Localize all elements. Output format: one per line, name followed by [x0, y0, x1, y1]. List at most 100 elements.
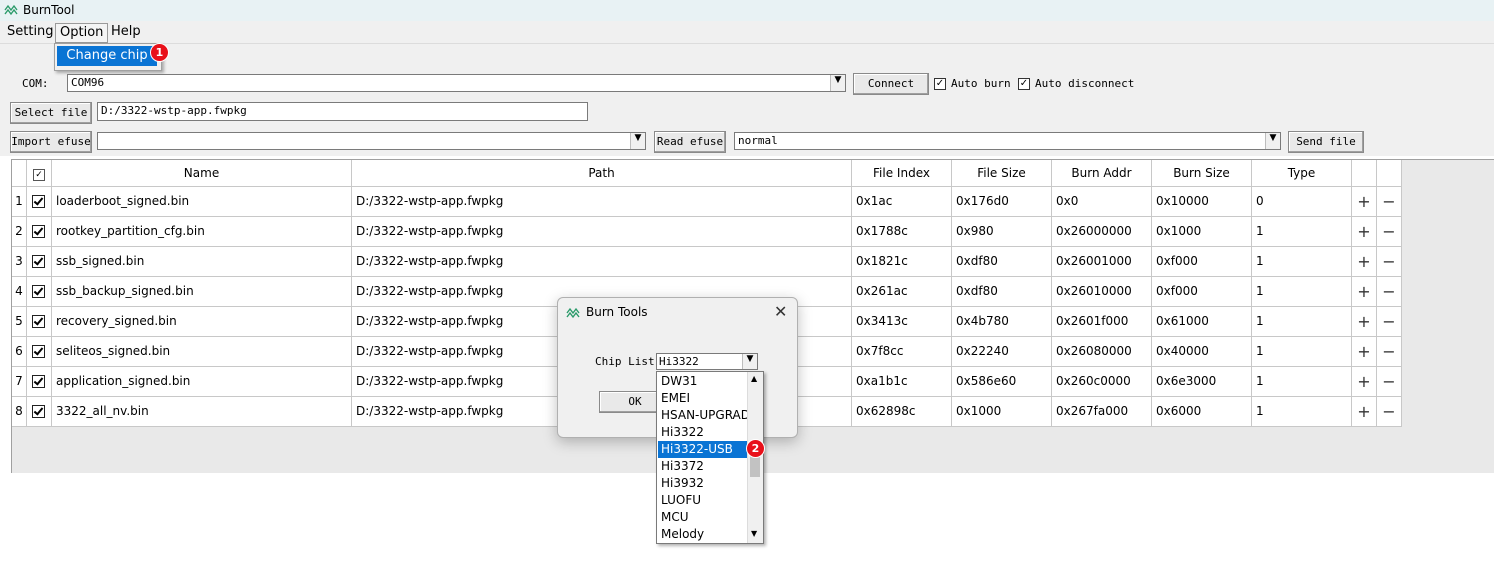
row-number: 1 [12, 187, 27, 217]
cell-path[interactable]: D:/3322-wstp-app.fwpkg [352, 187, 852, 217]
chevron-down-icon[interactable]: ▼ [1265, 133, 1280, 149]
cell-file-index: 0x1ac [852, 187, 952, 217]
cell-name[interactable]: recovery_signed.bin [52, 307, 352, 337]
row-checkbox[interactable] [32, 225, 45, 238]
mode-select[interactable]: normal ▼ [734, 132, 1281, 150]
row-checkbox-cell[interactable] [27, 217, 52, 247]
remove-row-button[interactable]: − [1377, 367, 1402, 397]
chevron-down-icon[interactable]: ▼ [630, 133, 645, 149]
add-row-button[interactable]: + [1352, 367, 1377, 397]
cell-burn-size: 0x6e3000 [1152, 367, 1252, 397]
remove-row-button[interactable]: − [1377, 277, 1402, 307]
chip-option[interactable]: Hi3322-USB [658, 441, 749, 458]
cell-name[interactable]: seliteos_signed.bin [52, 337, 352, 367]
cell-path[interactable]: D:/3322-wstp-app.fwpkg [352, 217, 852, 247]
cell-path[interactable]: D:/3322-wstp-app.fwpkg [352, 247, 852, 277]
cell-file-index: 0x62898c [852, 397, 952, 427]
row-checkbox[interactable] [32, 405, 45, 418]
row-checkbox-cell[interactable] [27, 307, 52, 337]
cell-name[interactable]: 3322_all_nv.bin [52, 397, 352, 427]
cell-name[interactable]: application_signed.bin [52, 367, 352, 397]
chevron-down-icon[interactable]: ▼ [742, 354, 757, 369]
com-select[interactable]: COM96 ▼ [67, 74, 846, 92]
remove-row-button[interactable]: − [1377, 307, 1402, 337]
cell-name[interactable]: ssb_backup_signed.bin [52, 277, 352, 307]
cell-burn-addr: 0x267fa000 [1052, 397, 1152, 427]
row-checkbox[interactable] [32, 315, 45, 328]
chevron-down-icon[interactable]: ▼ [830, 75, 845, 91]
chip-list-select[interactable]: Hi3322 ▼ [656, 353, 758, 370]
chip-option[interactable]: Hi3322 [658, 424, 749, 441]
connect-button[interactable]: Connect [853, 73, 929, 95]
row-checkbox[interactable] [32, 375, 45, 388]
menu-option[interactable]: Option [55, 23, 109, 43]
send-file-button[interactable]: Send file [1288, 131, 1364, 153]
read-efuse-button[interactable]: Read efuse [654, 131, 726, 153]
row-checkbox-cell[interactable] [27, 337, 52, 367]
cell-burn-addr: 0x26001000 [1052, 247, 1152, 277]
remove-row-button[interactable]: − [1377, 217, 1402, 247]
scroll-up-icon[interactable]: ▲ [751, 374, 757, 383]
chip-option[interactable]: DW31 [658, 373, 749, 390]
row-checkbox-cell[interactable] [27, 277, 52, 307]
row-checkbox[interactable] [32, 195, 45, 208]
chip-option[interactable]: LUOFU [658, 492, 749, 509]
close-icon[interactable]: ✕ [774, 302, 787, 321]
row-number: 4 [12, 277, 27, 307]
option-menu-dropdown: Change chip [54, 43, 162, 71]
select-file-button[interactable]: Select file [10, 102, 92, 124]
add-row-button[interactable]: + [1352, 217, 1377, 247]
com-label: COM: [22, 77, 49, 90]
row-checkbox-cell[interactable] [27, 247, 52, 277]
cell-file-index: 0x1788c [852, 217, 952, 247]
row-checkbox-cell[interactable] [27, 187, 52, 217]
scroll-down-icon[interactable]: ▼ [751, 529, 757, 538]
add-row-button[interactable]: + [1352, 187, 1377, 217]
efuse-select[interactable]: ▼ [97, 132, 646, 150]
remove-row-button[interactable]: − [1377, 187, 1402, 217]
row-checkbox-cell[interactable] [27, 367, 52, 397]
add-row-button[interactable]: + [1352, 277, 1377, 307]
chip-option[interactable]: MCU [658, 509, 749, 526]
header-add [1352, 160, 1377, 187]
menu-setting[interactable]: Setting [3, 23, 58, 41]
cell-name[interactable]: loaderboot_signed.bin [52, 187, 352, 217]
cell-file-size: 0x22240 [952, 337, 1052, 367]
row-number: 3 [12, 247, 27, 277]
menu-item-change-chip[interactable]: Change chip [57, 46, 157, 66]
add-row-button[interactable]: + [1352, 307, 1377, 337]
cell-name[interactable]: ssb_signed.bin [52, 247, 352, 277]
row-checkbox[interactable] [32, 285, 45, 298]
chip-option[interactable]: Melody [658, 526, 749, 543]
step-badge-2: 2 [746, 439, 765, 458]
cell-burn-addr: 0x26000000 [1052, 217, 1152, 247]
cell-burn-size: 0x6000 [1152, 397, 1252, 427]
row-checkbox[interactable] [32, 345, 45, 358]
remove-row-button[interactable]: − [1377, 397, 1402, 427]
auto-burn-checkbox[interactable]: ✓ [934, 78, 946, 90]
row-checkbox[interactable] [32, 255, 45, 268]
header-path: Path [352, 160, 852, 187]
header-burn-size: Burn Size [1152, 160, 1252, 187]
cell-type: 1 [1252, 307, 1352, 337]
add-row-button[interactable]: + [1352, 247, 1377, 277]
chip-option[interactable]: EMEI [658, 390, 749, 407]
window-title: BurnTool [23, 3, 75, 17]
add-row-button[interactable]: + [1352, 397, 1377, 427]
header-select-all[interactable]: ✓ [27, 160, 52, 187]
import-efuse-button[interactable]: Import efuse [10, 131, 92, 153]
remove-row-button[interactable]: − [1377, 337, 1402, 367]
add-row-button[interactable]: + [1352, 337, 1377, 367]
chip-option[interactable]: Hi3372 [658, 458, 749, 475]
chip-option[interactable]: HSAN-UPGRADE [658, 407, 749, 424]
menu-help[interactable]: Help [107, 23, 145, 41]
file-path-input[interactable]: D:/3322-wstp-app.fwpkg [97, 102, 588, 121]
chip-option[interactable]: Hi3932 [658, 475, 749, 492]
remove-row-button[interactable]: − [1377, 247, 1402, 277]
row-checkbox-cell[interactable] [27, 397, 52, 427]
row-number: 2 [12, 217, 27, 247]
cell-file-index: 0x7f8cc [852, 337, 952, 367]
cell-name[interactable]: rootkey_partition_cfg.bin [52, 217, 352, 247]
auto-burn-label: Auto burn [951, 77, 1011, 90]
auto-disconnect-checkbox[interactable]: ✓ [1018, 78, 1030, 90]
